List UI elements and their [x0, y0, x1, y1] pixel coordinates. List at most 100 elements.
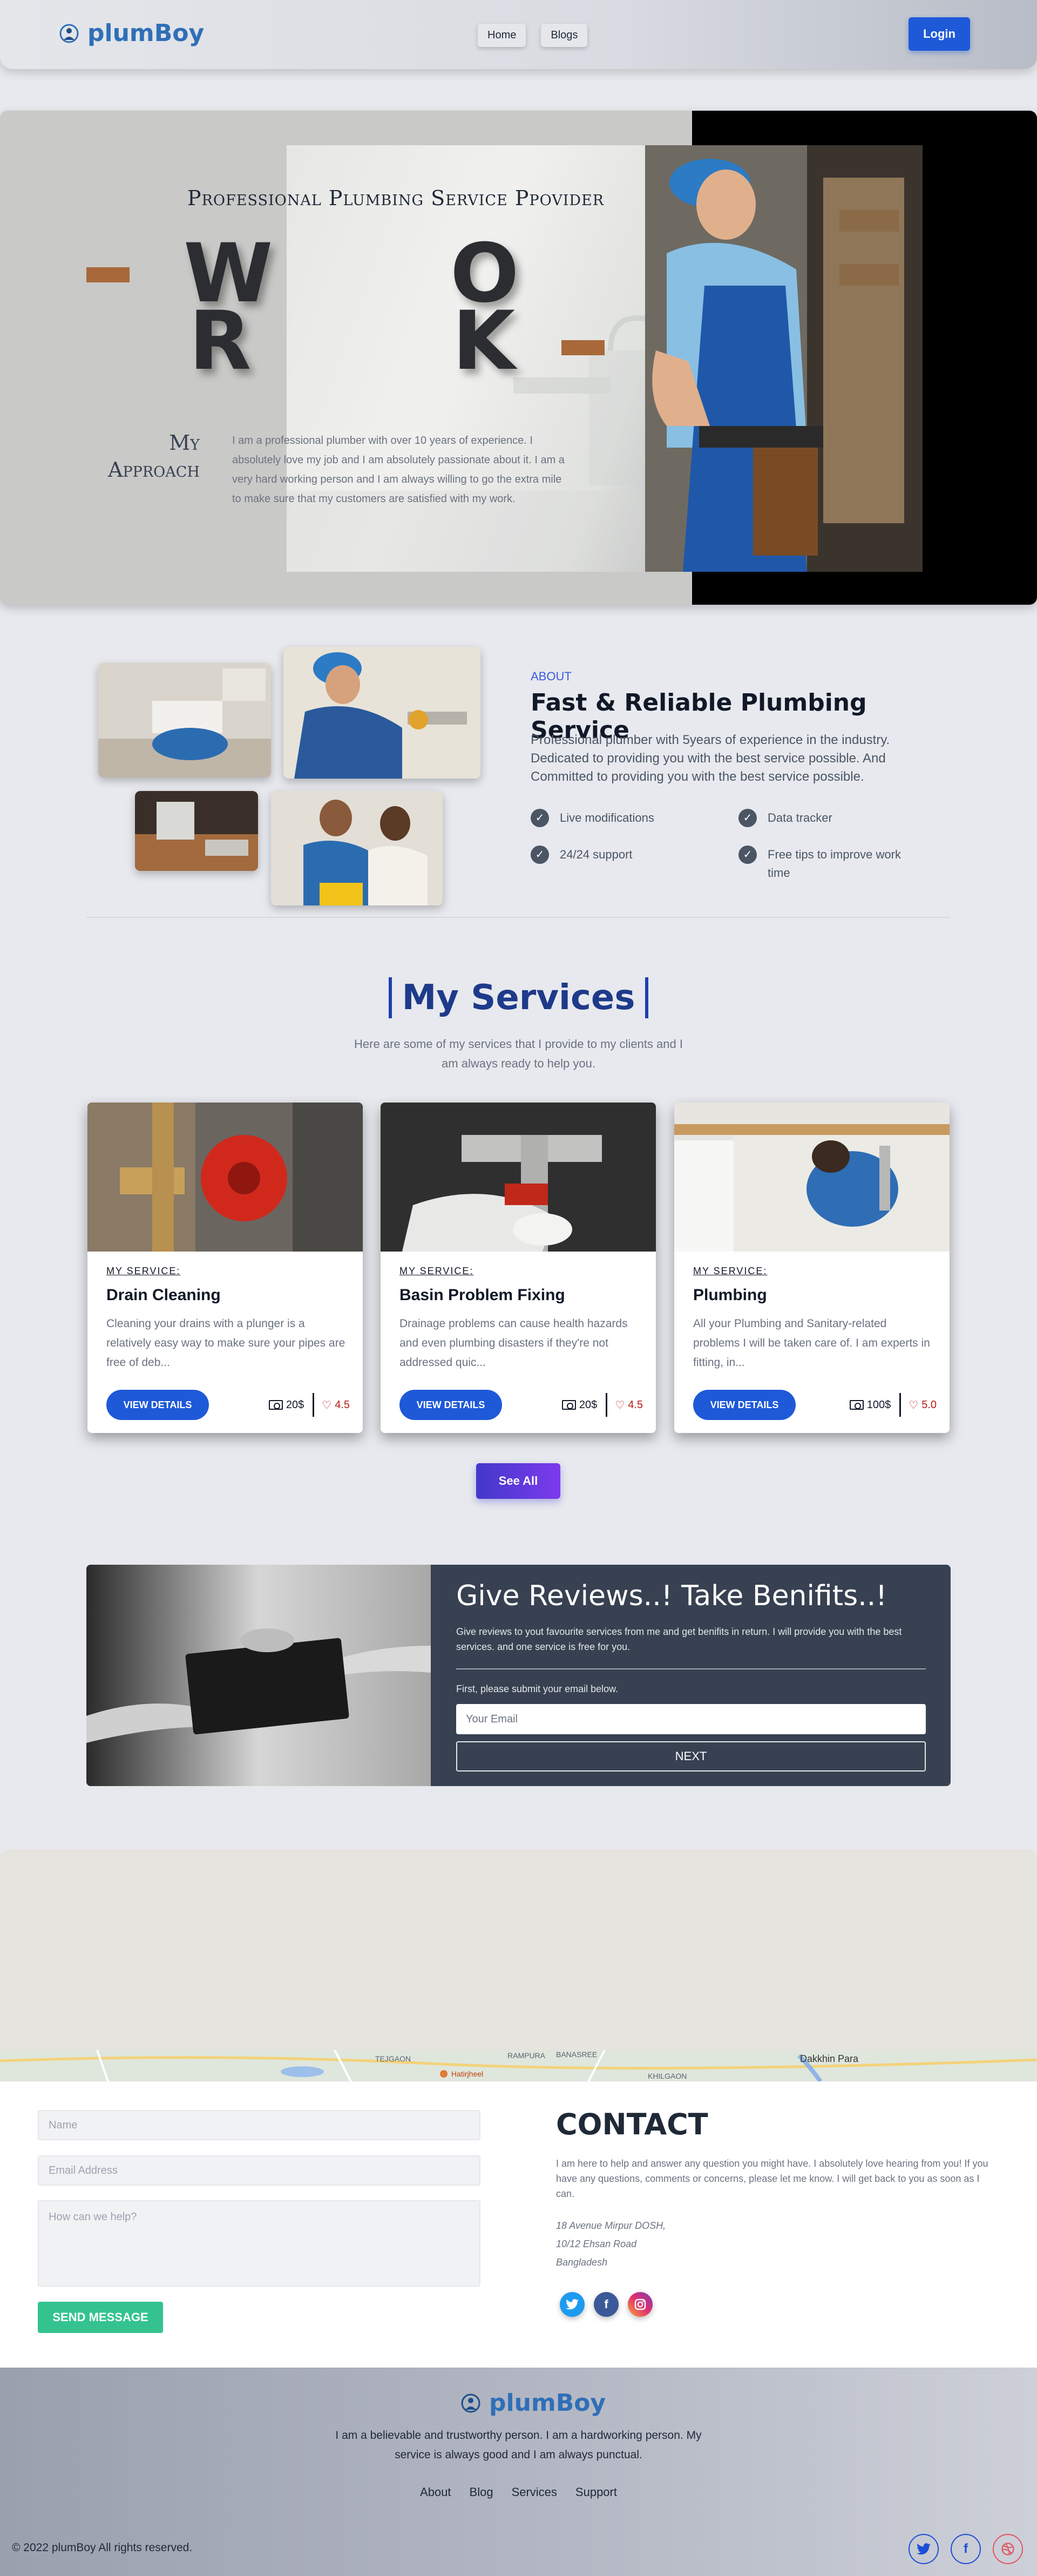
instagram-icon[interactable]: [628, 2292, 653, 2317]
email-input[interactable]: [38, 2155, 480, 2186]
check-circle-icon: ✓: [531, 809, 549, 827]
drain-cleaning-photo: [87, 1103, 363, 1252]
price-value: 100$: [866, 1398, 891, 1411]
service-card[interactable]: MY SERVICE: Basin Problem Fixing Drainag…: [381, 1103, 656, 1433]
footer-links: About Blog Services Support: [0, 2485, 1037, 2499]
card-description: Cleaning your drains with a plunger is a…: [106, 1317, 345, 1369]
feature-item: ✓ 24/24 support: [531, 846, 725, 864]
card-eyebrow: MY SERVICE:: [693, 1266, 768, 1276]
map-label: BANASREE: [556, 2050, 598, 2059]
footer-link-services[interactable]: Services: [512, 2485, 557, 2499]
review-section: Give Reviews..! Take Benifits..! Give re…: [86, 1565, 951, 1786]
feature-label: Free tips to improve work time: [768, 848, 901, 880]
money-icon: [561, 1400, 576, 1410]
twitter-icon[interactable]: [909, 2534, 939, 2564]
card-title: Drain Cleaning: [106, 1286, 221, 1304]
footer-brand[interactable]: plumBoy: [460, 2389, 606, 2417]
facebook-icon[interactable]: f: [594, 2292, 619, 2317]
check-circle-icon: ✓: [738, 846, 757, 864]
footer-brand-name: plumBoy: [489, 2389, 606, 2417]
rating-value: 5.0: [921, 1398, 937, 1411]
brand-logo[interactable]: plumBoy: [58, 19, 204, 47]
service-card[interactable]: MY SERVICE: Plumbing All your Plumbing a…: [674, 1103, 950, 1433]
view-details-button[interactable]: VIEW DETAILS: [399, 1390, 502, 1420]
nav-link-home[interactable]: Home: [478, 24, 526, 47]
nav-link-blogs[interactable]: Blogs: [541, 24, 588, 47]
kitchen-photo: [135, 791, 258, 871]
repair-photo: [283, 647, 480, 779]
view-details-button[interactable]: VIEW DETAILS: [106, 1390, 209, 1420]
footer: plumBoy I am a believable and trustworth…: [0, 2368, 1037, 2576]
brand-name: plumBoy: [87, 19, 205, 47]
review-description: Give reviews to yout favourite services …: [456, 1626, 902, 1652]
name-input[interactable]: [38, 2110, 480, 2140]
money-icon: [268, 1400, 283, 1410]
map-label: Hatirjheel: [451, 2070, 484, 2078]
accent-bar-left: [86, 267, 130, 282]
card-eyebrow: MY SERVICE:: [106, 1266, 181, 1276]
map-streets: TEJGAON RAMPURA BANASREE Dakkhin Para Ha…: [0, 2050, 1037, 2081]
footer-link-about[interactable]: About: [420, 2485, 451, 2499]
review-title: Give Reviews..! Take Benifits..!: [456, 1580, 887, 1612]
hero-eyebrow: Professional Plumbing Service Ppovider: [187, 186, 605, 210]
rating[interactable]: ♡ 4.5: [314, 1398, 350, 1412]
card-meta: 20$ ♡ 4.5: [268, 1393, 350, 1417]
feature-label: 24/24 support: [560, 848, 633, 861]
card-description: All your Plumbing and Sanitary-related p…: [693, 1317, 930, 1369]
hero-section: Professional Plumbing Service Ppovider W…: [0, 111, 1037, 605]
login-button[interactable]: Login: [909, 17, 970, 51]
send-message-button[interactable]: SEND MESSAGE: [38, 2302, 163, 2333]
check-circle-icon: ✓: [531, 846, 549, 864]
plumber-photo: [645, 145, 923, 572]
copyright: © 2022 plumBoy All rights reserved.: [12, 2541, 193, 2554]
price: 20$: [268, 1393, 315, 1417]
review-email-input[interactable]: [456, 1704, 926, 1734]
heart-icon: ♡: [322, 1399, 332, 1411]
message-input[interactable]: [38, 2200, 480, 2287]
map-label: KHILGAON: [648, 2072, 687, 2080]
footer-link-support[interactable]: Support: [575, 2485, 617, 2499]
map-label: Dakkhin Para: [800, 2053, 859, 2064]
dribbble-icon[interactable]: [993, 2534, 1023, 2564]
footer-description: I am a believable and trustworthy person…: [335, 2429, 702, 2461]
see-all-button[interactable]: See All: [476, 1463, 560, 1499]
contact-section: SEND MESSAGE CONTACT I am here to help a…: [0, 2081, 1037, 2368]
card-description: Drainage problems can cause health hazar…: [399, 1317, 628, 1369]
check-circle-icon: ✓: [738, 809, 757, 827]
feature-label: Live modifications: [560, 811, 654, 824]
address: 18 Avenue Mirpur DOSH, 10/12 Ehsan Road …: [556, 2216, 666, 2271]
address-line: 10/12 Ehsan Road: [556, 2239, 637, 2249]
plumbing-photo: [674, 1103, 950, 1252]
about-image-client: [271, 791, 443, 905]
about-eyebrow: ABOUT: [531, 670, 572, 683]
footer-link-blog[interactable]: Blog: [470, 2485, 493, 2499]
bathroom-photo: [98, 663, 271, 777]
email-label: First, please submit your email below.: [456, 1683, 619, 1694]
client-photo: [271, 791, 443, 905]
address-line: 18 Avenue Mirpur DOSH,: [556, 2220, 666, 2231]
price: 20$: [561, 1393, 608, 1417]
rating[interactable]: ♡ 5.0: [901, 1398, 937, 1412]
feature-item: ✓ Free tips to improve work time: [738, 846, 911, 882]
service-card[interactable]: MY SERVICE: Drain Cleaning Cleaning your…: [87, 1103, 363, 1433]
about-image-kitchen: [135, 791, 258, 871]
feature-item: ✓ Data tracker: [738, 809, 933, 827]
approach-line-2: Approach: [108, 458, 200, 482]
services-heading: My Services: [389, 977, 648, 1018]
plumbing-logo-icon: [461, 2394, 480, 2412]
rating-value: 4.5: [335, 1398, 350, 1411]
approach-line-1: My: [169, 431, 200, 455]
rating[interactable]: ♡ 4.5: [607, 1398, 643, 1412]
divider: [456, 1668, 926, 1669]
about-image-repair: [283, 647, 480, 779]
twitter-icon[interactable]: [560, 2292, 585, 2317]
card-title: Basin Problem Fixing: [399, 1286, 565, 1304]
facebook-icon[interactable]: f: [951, 2534, 981, 2564]
contact-description: I am here to help and answer any questio…: [556, 2158, 988, 2199]
card-title: Plumbing: [693, 1286, 767, 1304]
map-embed[interactable]: TEJGAON RAMPURA BANASREE Dakkhin Para Ha…: [0, 1849, 1037, 2081]
feature-item: ✓ Live modifications: [531, 809, 725, 827]
price-value: 20$: [286, 1398, 304, 1411]
view-details-button[interactable]: VIEW DETAILS: [693, 1390, 796, 1420]
next-button[interactable]: NEXT: [456, 1741, 926, 1772]
